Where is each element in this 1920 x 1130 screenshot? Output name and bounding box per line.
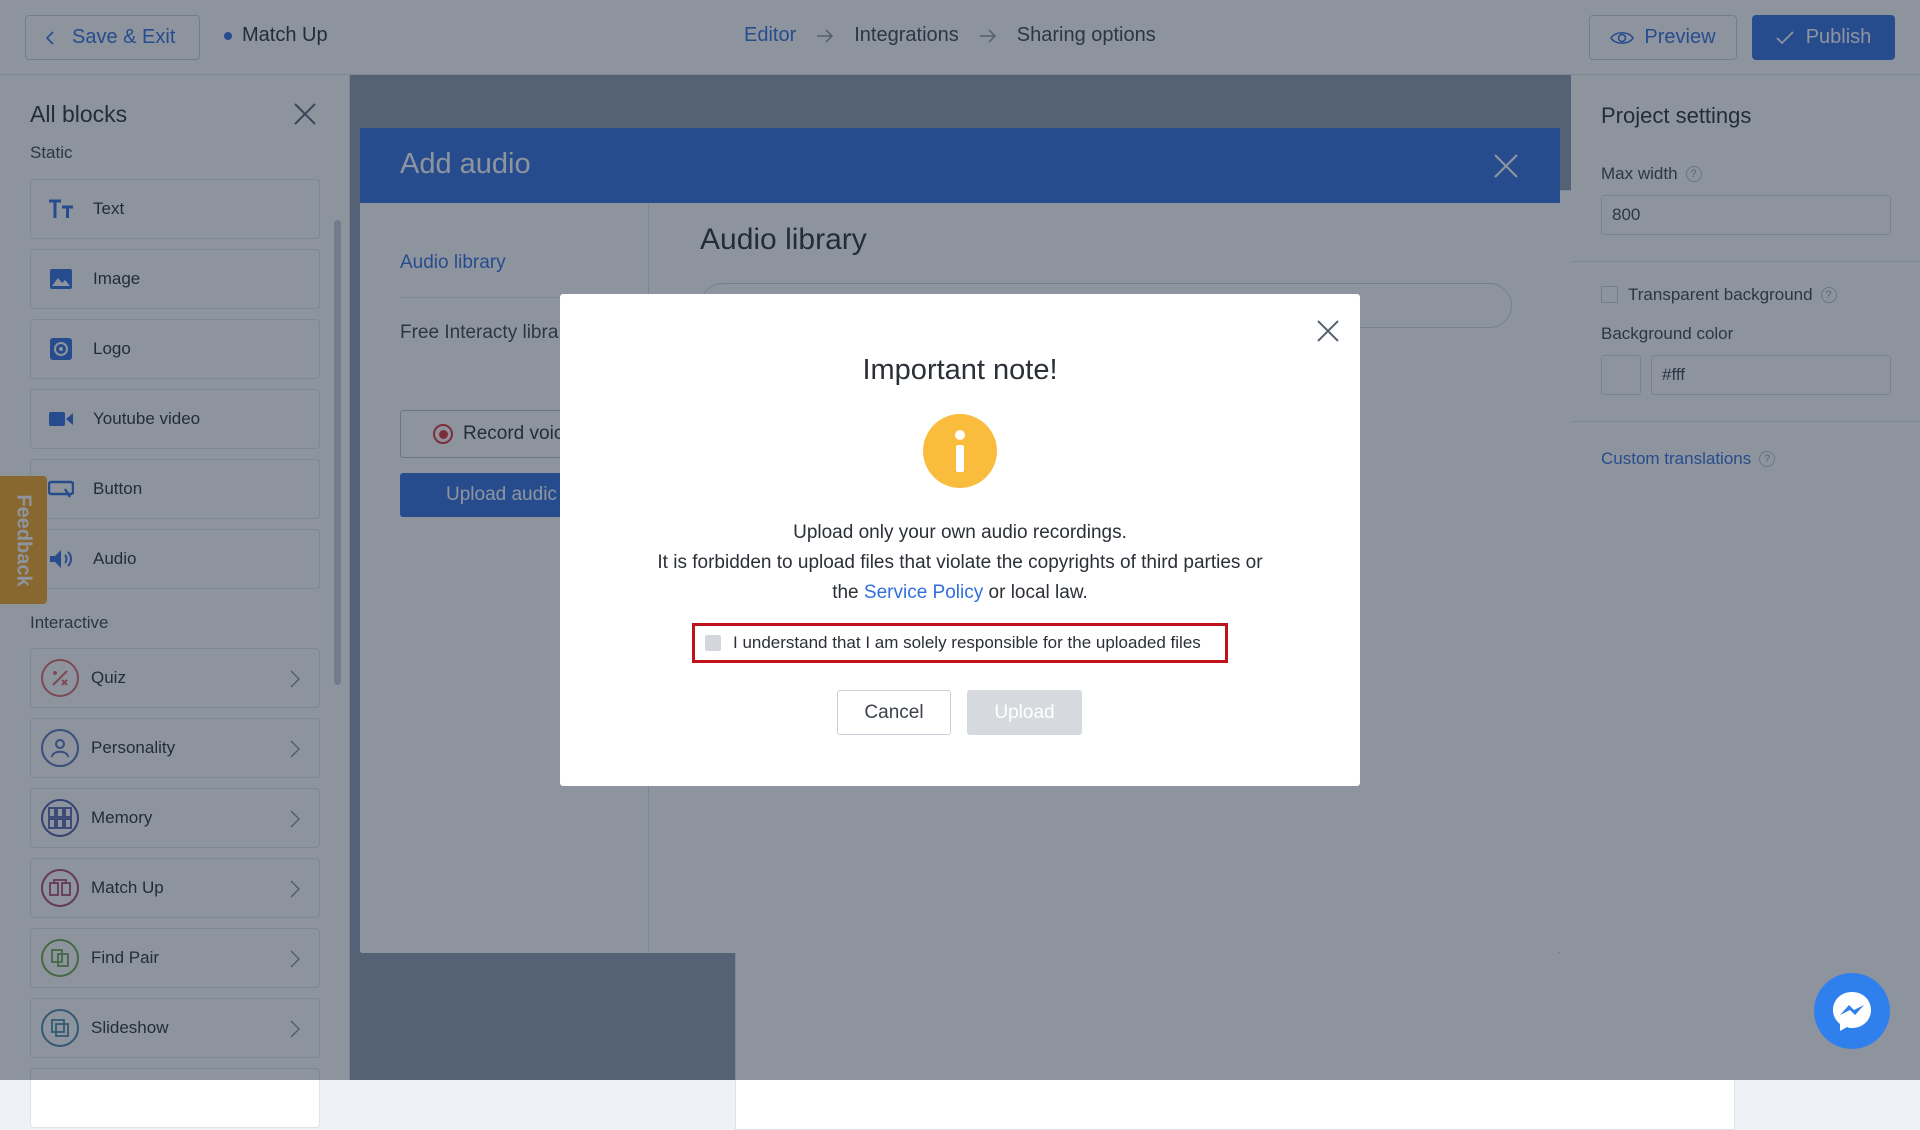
messenger-icon <box>1833 992 1871 1031</box>
note-line-3-pre: the <box>832 582 859 603</box>
info-icon <box>923 414 997 488</box>
service-policy-link[interactable]: Service Policy <box>864 582 983 603</box>
note-message: Upload only your own audio recordings. I… <box>600 518 1320 608</box>
consent-checkbox[interactable] <box>705 635 721 651</box>
note-line-1: Upload only your own audio recordings. <box>793 522 1127 543</box>
close-icon[interactable] <box>1315 318 1341 344</box>
messenger-chat-button[interactable] <box>1814 973 1890 1049</box>
important-note-dialog: Important note! Upload only your own aud… <box>560 294 1360 786</box>
note-line-2: It is forbidden to upload files that vio… <box>657 552 1263 573</box>
note-line-3: the Service Policy or local law. <box>600 578 1320 608</box>
consent-label: I understand that I am solely responsibl… <box>733 633 1201 652</box>
note-line-3-post: or local law. <box>988 582 1088 603</box>
consent-checkbox-row[interactable]: I understand that I am solely responsibl… <box>692 623 1228 663</box>
upload-button[interactable]: Upload <box>967 690 1082 735</box>
cancel-button[interactable]: Cancel <box>837 690 951 735</box>
note-title: Important note! <box>862 354 1058 386</box>
